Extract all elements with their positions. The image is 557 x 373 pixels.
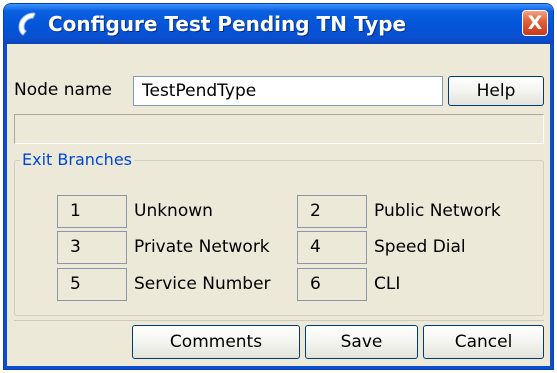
branch-number: 6 bbox=[297, 268, 367, 301]
branch-label: Private Network bbox=[134, 237, 270, 257]
close-button[interactable]: X bbox=[522, 10, 548, 36]
exit-branches-title: Exit Branches bbox=[20, 150, 134, 170]
window-frame-right bbox=[550, 44, 553, 369]
branch-number: 5 bbox=[57, 268, 127, 301]
branch-label: Service Number bbox=[134, 274, 271, 294]
save-button[interactable]: Save bbox=[305, 325, 418, 359]
comments-button[interactable]: Comments bbox=[132, 325, 300, 359]
branch-number: 3 bbox=[57, 231, 127, 264]
divider bbox=[14, 320, 544, 321]
branch-label: CLI bbox=[374, 274, 401, 294]
window-frame-bottom bbox=[4, 366, 553, 369]
help-button[interactable]: Help bbox=[448, 76, 544, 106]
title-bar[interactable]: Configure Test Pending TN Type X bbox=[4, 4, 553, 44]
branch-number: 1 bbox=[57, 195, 127, 228]
branch-number: 2 bbox=[297, 195, 367, 228]
close-icon: X bbox=[527, 12, 543, 34]
cancel-button[interactable]: Cancel bbox=[423, 325, 544, 359]
phone-handset-icon bbox=[18, 12, 36, 36]
branch-label: Speed Dial bbox=[374, 237, 466, 257]
node-name-input[interactable] bbox=[133, 76, 443, 106]
dialog-title: Configure Test Pending TN Type bbox=[48, 12, 407, 36]
window-frame-left bbox=[4, 44, 7, 369]
status-bar bbox=[14, 114, 544, 144]
branch-label: Public Network bbox=[374, 201, 501, 221]
branch-label: Unknown bbox=[134, 201, 213, 221]
branch-number: 4 bbox=[297, 231, 367, 264]
node-name-label: Node name bbox=[14, 80, 112, 100]
